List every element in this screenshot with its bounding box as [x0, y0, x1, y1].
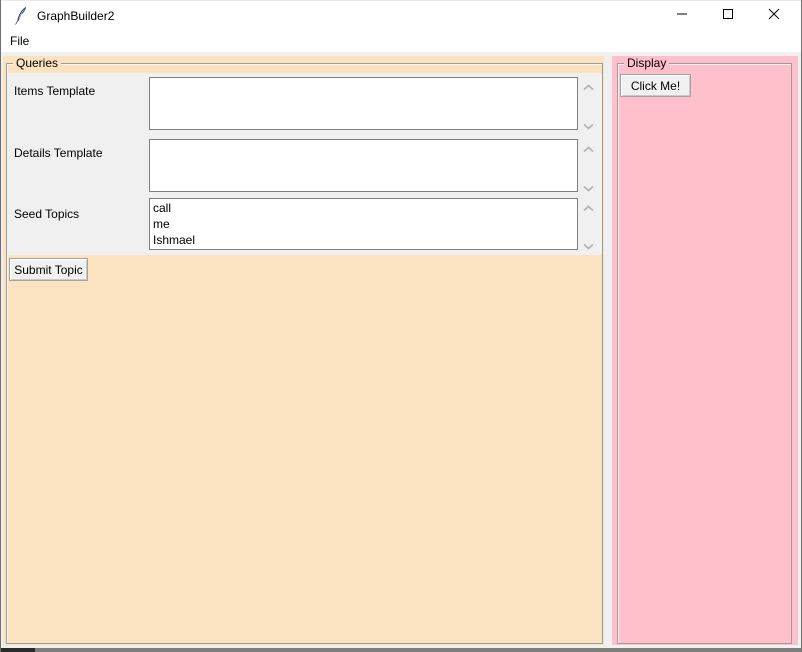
list-item[interactable]: call [153, 200, 577, 216]
minimize-button[interactable] [659, 1, 705, 31]
queries-legend: Queries [13, 56, 61, 70]
details-template-textarea[interactable] [149, 139, 578, 192]
queries-labelframe: Queries Items Template Details Template … [6, 63, 603, 644]
seed-topics-listbox[interactable]: call me Ishmael [149, 198, 578, 250]
bottom-edge-gray-segment [35, 648, 801, 652]
minimize-icon [676, 8, 688, 23]
items-template-scroll-up[interactable] [582, 82, 594, 90]
submit-topic-button[interactable]: Submit Topic [9, 258, 88, 281]
chevron-up-icon [583, 141, 594, 156]
chevron-up-icon [583, 79, 594, 94]
close-button[interactable] [751, 1, 797, 31]
items-template-scroll-down[interactable] [582, 121, 594, 129]
display-panel: Display Click Me! [612, 56, 798, 645]
chevron-down-icon [583, 180, 594, 195]
menu-file[interactable]: File [3, 32, 36, 50]
display-labelframe: Display Click Me! [617, 63, 792, 644]
titlebar: GraphBuilder2 [1, 0, 801, 30]
display-legend: Display [624, 56, 669, 70]
chevron-down-icon [583, 118, 594, 133]
maximize-button[interactable] [705, 1, 751, 31]
window-title: GraphBuilder2 [37, 9, 114, 23]
maximize-icon [722, 8, 734, 23]
chevron-up-icon [583, 200, 594, 215]
details-template-label: Details Template [14, 146, 103, 160]
tk-feather-icon [14, 7, 28, 25]
window-controls [659, 1, 797, 31]
app-window: { "window": { "title": "GraphBuilder2", … [0, 0, 802, 652]
menubar: File [1, 30, 801, 52]
queries-panel: Queries Items Template Details Template … [3, 56, 604, 645]
details-template-scroll-down[interactable] [582, 183, 594, 191]
items-template-label: Items Template [14, 84, 95, 98]
queries-form-frame: Items Template Details Template Seed Top… [7, 73, 602, 255]
seed-topics-scroll-down[interactable] [582, 241, 594, 249]
seed-topics-scroll-up[interactable] [582, 203, 594, 211]
close-icon [768, 8, 780, 23]
details-template-scroll-up[interactable] [582, 144, 594, 152]
bottom-edge-dark-segment [1, 648, 35, 652]
chevron-down-icon [583, 238, 594, 253]
click-me-button[interactable]: Click Me! [620, 74, 691, 97]
seed-topics-label: Seed Topics [14, 207, 79, 221]
window-bottom-edge [1, 648, 801, 652]
list-item[interactable]: Ishmael [153, 232, 577, 248]
items-template-textarea[interactable] [149, 77, 578, 130]
list-item[interactable]: me [153, 216, 577, 232]
